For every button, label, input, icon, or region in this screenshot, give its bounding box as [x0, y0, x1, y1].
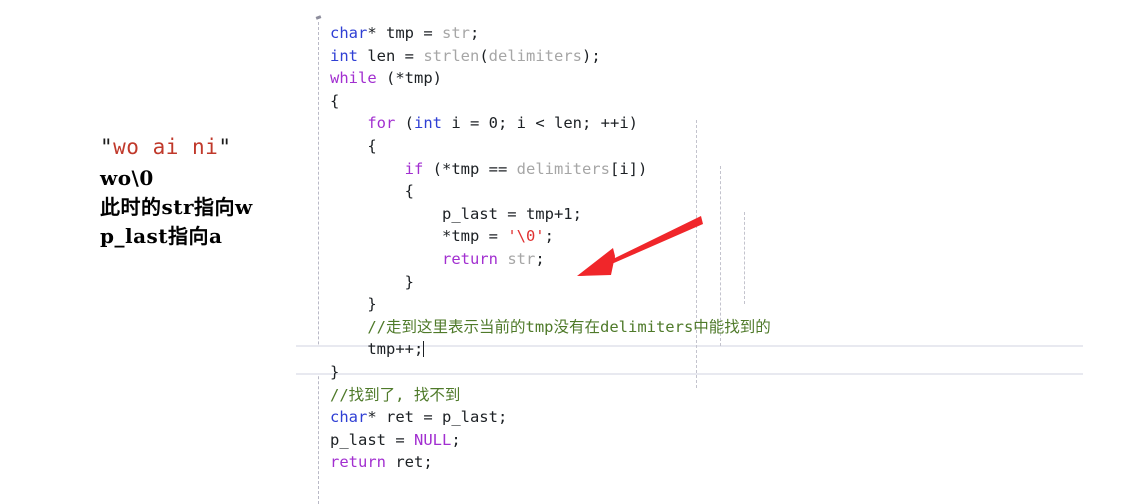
code-token: (*tmp ==: [423, 159, 517, 178]
code-token: [i]): [609, 159, 648, 178]
code-token: '\0': [507, 227, 545, 246]
code-token: ;: [535, 249, 545, 268]
code-token: {: [330, 182, 414, 201]
code-line[interactable]: char* ret = p_last;: [330, 406, 1110, 429]
code-line[interactable]: //找到了, 找不到: [330, 384, 1110, 407]
handwritten-annotation-panel: "wo ai ni" wo\0 此时的str指向w p_last指向a: [100, 130, 310, 251]
code-token: for: [367, 114, 396, 133]
code-token: =: [414, 24, 442, 42]
quote-open-mark: ": [100, 135, 114, 159]
guide-tick-mark: [315, 15, 322, 20]
code-token: int: [414, 114, 442, 133]
code-token: int: [330, 46, 358, 65]
code-token: if: [404, 159, 424, 178]
code-token: tmp++;: [330, 340, 424, 359]
code-token: {: [330, 136, 377, 155]
code-token: char: [330, 24, 368, 42]
annotation-line-wo-null: wo\0: [100, 166, 154, 190]
code-line[interactable]: }: [330, 293, 1110, 316]
annotation-line-plast-pointer: p_last指向a: [100, 224, 223, 248]
code-token: }: [330, 272, 414, 291]
annotation-quoted-string: "wo ai ni": [100, 130, 310, 164]
code-line[interactable]: int len = strlen(delimiters);: [330, 45, 1110, 68]
code-token: );: [582, 46, 601, 65]
code-line[interactable]: if (*tmp == delimiters[i]): [330, 158, 1110, 181]
red-annotation-arrow-icon: [577, 216, 703, 276]
code-token: strlen: [423, 46, 480, 65]
code-token: tmp: [386, 24, 414, 42]
code-line-list: char* tmp = str; int len = strlen(delimit…: [330, 22, 1110, 474]
code-token: p_last =: [330, 430, 414, 449]
code-token: (*tmp): [376, 69, 442, 88]
code-token: while: [330, 69, 377, 88]
code-line[interactable]: {: [330, 180, 1110, 203]
code-line[interactable]: }: [330, 271, 1110, 294]
code-token: (: [395, 114, 414, 133]
code-token: ;: [451, 430, 461, 449]
code-token: *tmp =: [330, 227, 508, 246]
code-line[interactable]: return str;: [330, 248, 1110, 271]
code-token: ;: [544, 227, 554, 246]
code-token: //走到这里表示当前的tmp没有在delimiters中能找到的: [330, 317, 771, 336]
left-dashed-guide-line: [318, 22, 319, 504]
code-token: ;: [470, 24, 480, 42]
code-token: len =: [358, 46, 424, 65]
code-token: }: [330, 362, 340, 381]
code-line[interactable]: *tmp = '\0';: [330, 225, 1110, 248]
code-token: *: [367, 24, 386, 42]
code-token: return: [330, 453, 386, 472]
quote-close-mark: ": [218, 135, 232, 159]
code-token: i = 0; i: [442, 114, 536, 133]
code-line[interactable]: char* tmp = str;: [330, 22, 1110, 45]
code-token: p_last = tmp+1;: [330, 204, 582, 223]
code-line[interactable]: //走到这里表示当前的tmp没有在delimiters中能找到的: [330, 316, 1110, 339]
code-token: <: [535, 114, 545, 133]
code-token: //找到了, 找不到: [330, 385, 461, 404]
code-token: delimiters: [488, 46, 582, 65]
code-token: NULL: [414, 430, 452, 449]
code-line[interactable]: for (int i = 0; i < len; ++i): [330, 112, 1110, 135]
code-token: str: [442, 24, 470, 42]
code-line[interactable]: tmp++;: [330, 338, 1110, 361]
code-token: return: [441, 249, 498, 268]
code-token: (: [479, 46, 489, 65]
code-token: char: [330, 408, 368, 427]
code-line[interactable]: while (*tmp): [330, 67, 1110, 90]
code-line[interactable]: return ret;: [330, 451, 1110, 474]
code-token: }: [330, 295, 377, 314]
code-line[interactable]: p_last = tmp+1;: [330, 203, 1110, 226]
code-line[interactable]: {: [330, 135, 1110, 158]
code-token: ret;: [386, 453, 433, 472]
code-line[interactable]: {: [330, 90, 1110, 113]
code-token: delimiters: [516, 159, 610, 178]
annotation-line-str-pointer: 此时的str指向w: [100, 195, 253, 219]
text-cursor-caret: [423, 341, 425, 358]
code-token: str: [507, 249, 536, 268]
code-line[interactable]: }: [330, 361, 1110, 384]
quote-string-body: wo ai ni: [113, 135, 219, 159]
code-line[interactable]: p_last = NULL;: [330, 429, 1110, 452]
code-editor-area[interactable]: char* tmp = str; int len = strlen(delimit…: [330, 22, 1110, 504]
code-token: len; ++i): [544, 114, 638, 133]
code-token: * ret = p_last;: [367, 408, 508, 427]
code-token: {: [330, 91, 340, 110]
